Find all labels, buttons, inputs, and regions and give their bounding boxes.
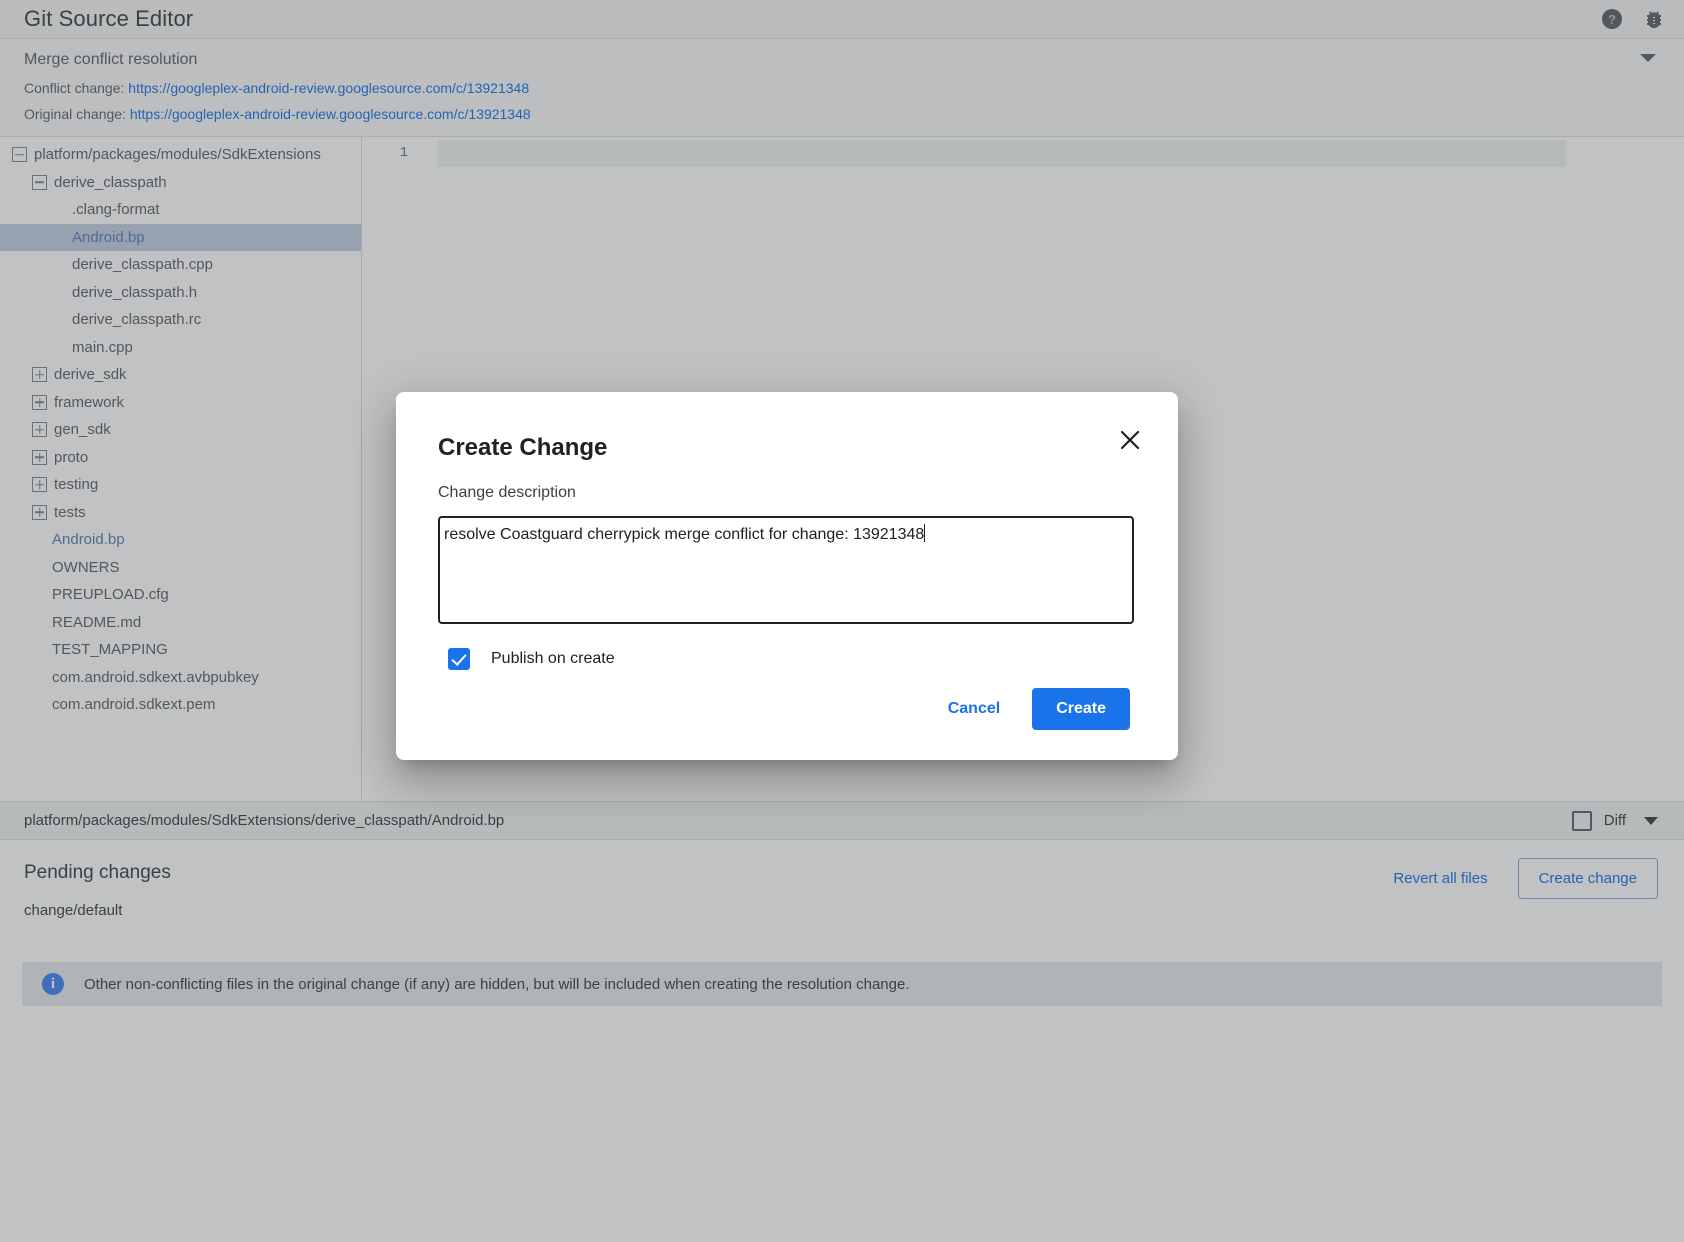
text-caret (924, 524, 925, 542)
dialog-actions: Cancel Create (932, 688, 1130, 730)
create-button[interactable]: Create (1032, 688, 1130, 730)
change-description-label: Change description (438, 484, 576, 502)
create-change-dialog: Create Change Change description resolve… (396, 392, 1178, 760)
close-icon[interactable] (1114, 424, 1146, 456)
cancel-button[interactable]: Cancel (932, 690, 1016, 728)
change-description-input[interactable]: resolve Coastguard cherrypick merge conf… (438, 516, 1134, 624)
change-description-value: resolve Coastguard cherrypick merge conf… (444, 526, 924, 543)
dialog-title: Create Change (438, 434, 607, 462)
checkbox-checked-icon (448, 648, 470, 670)
publish-on-create-label: Publish on create (491, 650, 615, 668)
publish-on-create-checkbox[interactable]: Publish on create (448, 648, 615, 670)
